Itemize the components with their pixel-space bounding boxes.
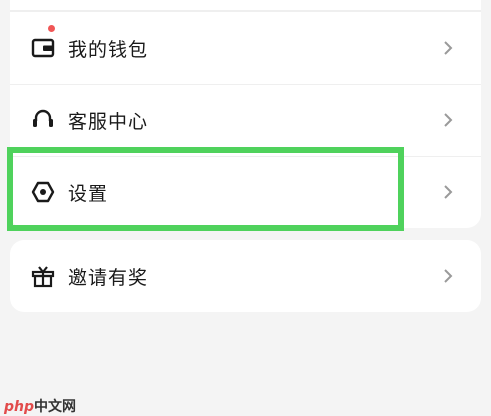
watermark-suffix: 中文网 bbox=[34, 399, 77, 415]
chevron-right-icon bbox=[441, 267, 455, 285]
notification-dot bbox=[48, 25, 55, 32]
invite-card: 邀请有奖 bbox=[10, 240, 481, 312]
menu-item-label: 我的钱包 bbox=[68, 38, 149, 61]
hexagon-settings-icon bbox=[30, 179, 56, 205]
chevron-right-icon bbox=[441, 111, 455, 129]
chevron-right-icon bbox=[441, 39, 455, 57]
watermark-prefix: php bbox=[4, 399, 35, 415]
headset-icon bbox=[30, 107, 56, 133]
menu-card: 我的钱包 客服中心 设置 bbox=[10, 0, 481, 228]
gift-icon bbox=[30, 263, 56, 289]
menu-item-label: 邀请有奖 bbox=[68, 266, 149, 289]
wallet-icon bbox=[30, 35, 56, 61]
menu-item-settings[interactable]: 设置 bbox=[10, 156, 481, 228]
menu-item-label: 客服中心 bbox=[68, 110, 149, 133]
menu-item-label: 设置 bbox=[68, 182, 109, 205]
menu-item-wallet[interactable]: 我的钱包 bbox=[10, 12, 481, 84]
watermark: php中文网 bbox=[4, 396, 76, 416]
chevron-right-icon bbox=[441, 183, 455, 201]
menu-item-invite[interactable]: 邀请有奖 bbox=[10, 240, 481, 312]
menu-item-support[interactable]: 客服中心 bbox=[10, 84, 481, 156]
